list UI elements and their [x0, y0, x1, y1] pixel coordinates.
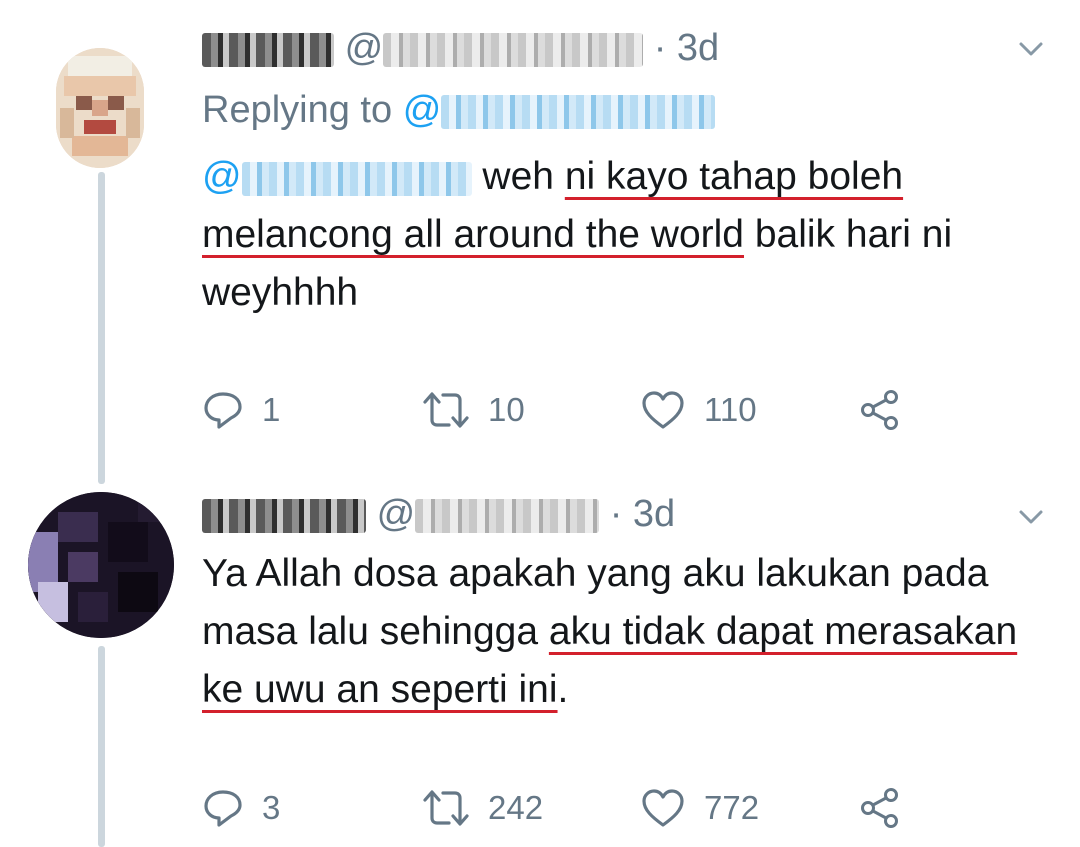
reply-icon: [204, 392, 242, 429]
like-button[interactable]: 772: [640, 786, 759, 830]
retweet-count: 242: [488, 789, 544, 826]
chevron-down-icon[interactable]: [1018, 504, 1044, 530]
share-button[interactable]: [858, 388, 902, 432]
like-button[interactable]: 110: [640, 388, 757, 432]
thread-line-lower: [98, 646, 105, 847]
redacted-display-name[interactable]: [202, 32, 334, 67]
redacted-display-name[interactable]: [202, 498, 366, 533]
separator-dot: ·: [653, 27, 667, 69]
timestamp[interactable]: 3d: [677, 27, 719, 69]
handle-at[interactable]: @: [345, 27, 384, 69]
text-mention[interactable]: @: [202, 155, 472, 198]
retweet-button[interactable]: 242: [422, 786, 543, 830]
underlined-phrase: melancong all around the world: [202, 213, 745, 256]
retweet-icon: [423, 392, 469, 428]
reply-icon: [204, 790, 242, 827]
like-count: 772: [704, 789, 760, 826]
replying-label: Replying to: [202, 89, 393, 131]
reply-count: 3: [262, 789, 281, 826]
redacted-handle[interactable]: [415, 498, 600, 533]
tweet-text: @ weh ni kayo tahap boleh melancong all …: [202, 155, 953, 314]
retweet-button[interactable]: 10: [422, 388, 525, 432]
replying-to: Replying to @: [202, 88, 716, 132]
reply-button[interactable]: 1: [202, 388, 280, 432]
redacted-mention[interactable]: [441, 94, 716, 129]
tweet-header: @ · 3d: [202, 26, 719, 70]
pixelated-avatar-image: [28, 492, 174, 638]
redacted-mention[interactable]: [241, 161, 472, 196]
timestamp[interactable]: 3d: [633, 493, 675, 535]
chevron-down-icon[interactable]: [1018, 36, 1044, 62]
reply-count: 1: [262, 391, 281, 428]
reply-button[interactable]: 3: [202, 786, 280, 830]
avatar[interactable]: [28, 492, 174, 638]
underlined-phrase: ni kayo tahap boleh: [564, 155, 904, 198]
tweet-actions: 3 242 772: [202, 786, 922, 830]
reply-mention[interactable]: @: [403, 89, 716, 131]
thread-line-upper: [98, 172, 105, 484]
share-button[interactable]: [858, 786, 902, 830]
redacted-handle[interactable]: [383, 32, 644, 67]
tweet-header: @ · 3d: [202, 492, 675, 536]
like-count: 110: [704, 391, 757, 428]
handle-at[interactable]: @: [377, 493, 416, 535]
retweet-icon: [423, 790, 469, 826]
pixelated-avatar-image: [56, 48, 144, 168]
like-icon: [642, 391, 684, 429]
share-icon: [861, 390, 898, 430]
avatar[interactable]: [56, 48, 144, 168]
tweet-text: Ya Allah dosa apakah yang aku lakukan pa…: [202, 552, 1018, 711]
separator-dot: ·: [609, 493, 623, 535]
retweet-count: 10: [488, 391, 525, 428]
like-icon: [642, 789, 684, 827]
share-icon: [861, 788, 898, 828]
tweet-actions: 1 10 110: [202, 388, 922, 432]
